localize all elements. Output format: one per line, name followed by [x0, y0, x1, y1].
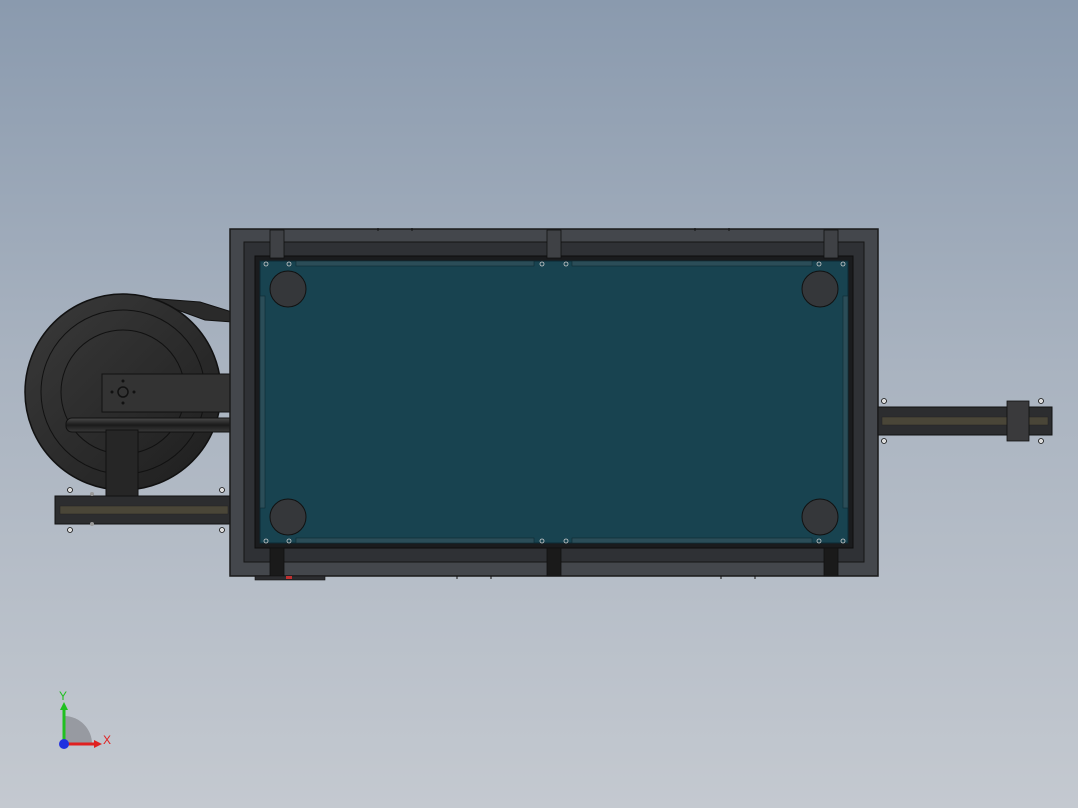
y-axis-label: Y — [59, 689, 67, 703]
left-bracket[interactable] — [54, 487, 234, 533]
reel-stand — [105, 429, 139, 497]
coordinate-triad: Y X — [59, 689, 111, 749]
z-axis-dot — [59, 739, 69, 749]
table-frame[interactable] — [229, 228, 879, 581]
pocket-top-right — [801, 270, 839, 308]
pocket-bottom-right — [801, 498, 839, 536]
pocket-top-left — [269, 270, 307, 308]
reel-mount-plate — [101, 373, 231, 413]
right-tow-bar[interactable] — [877, 398, 1053, 444]
hose-reel[interactable] — [24, 293, 261, 497]
x-axis-label: X — [103, 733, 111, 747]
table-felt — [259, 260, 849, 544]
model-view-svg[interactable]: Y X — [0, 0, 1078, 808]
graphics-viewport[interactable]: Y X — [0, 0, 1078, 808]
pocket-bottom-left — [269, 498, 307, 536]
